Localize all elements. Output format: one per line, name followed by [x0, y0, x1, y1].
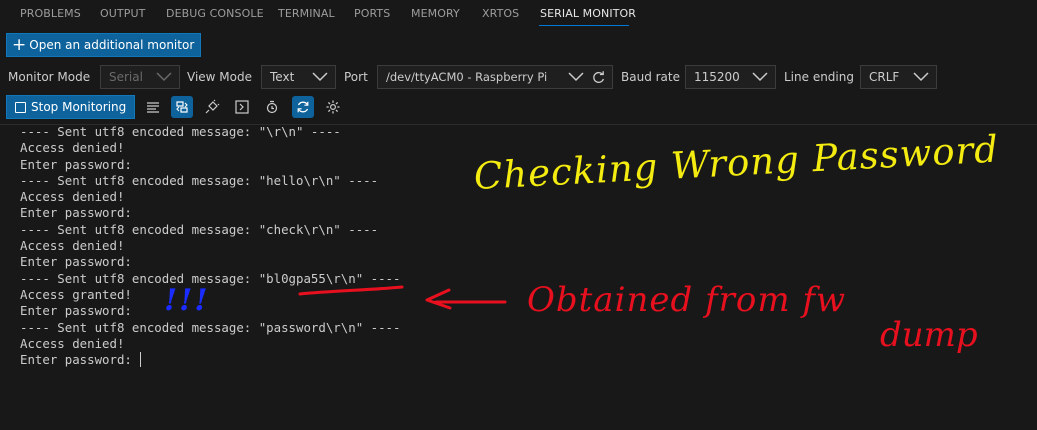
stop-icon	[15, 101, 26, 113]
gear-icon[interactable]	[322, 96, 344, 118]
chevron-down-icon	[913, 72, 929, 82]
annotation-red-line1: Obtained from fw	[527, 280, 847, 320]
console-line: ---- Sent utf8 encoded message: "check\r…	[20, 221, 379, 237]
open-additional-monitor-button[interactable]: + Open an additional monitor	[6, 33, 201, 57]
view-mode-value: Text	[270, 70, 295, 84]
monitor-mode-label: Monitor Mode	[8, 70, 91, 84]
port-dropdown[interactable]: /dev/ttyACM0 - Raspberry Pi	[377, 65, 613, 89]
chevron-down-icon	[312, 72, 328, 82]
baud-rate-dropdown[interactable]: 115200	[685, 65, 776, 89]
port-label: Port	[344, 70, 368, 84]
console-line: ---- Sent utf8 encoded message: "\r\n" -…	[20, 124, 341, 139]
line-ending-dropdown[interactable]: CRLF	[860, 65, 937, 89]
active-tab-indicator	[539, 25, 629, 26]
stop-monitoring-button[interactable]: Stop Monitoring	[6, 95, 135, 119]
console-line: Access denied!	[20, 238, 125, 254]
console-line: ---- Sent utf8 encoded message: "bl0gpa5…	[20, 270, 401, 286]
chevron-down-icon	[568, 72, 584, 82]
tab-serial-monitor[interactable]: SERIAL MONITOR	[540, 7, 636, 20]
line-ending-label: Line ending	[784, 70, 854, 84]
line-ending-value: CRLF	[869, 70, 900, 84]
serial-output: ---- Sent utf8 encoded message: "\r\n" -…	[20, 124, 400, 368]
console-line: Enter password:	[20, 303, 132, 319]
stop-monitoring-label: Stop Monitoring	[31, 100, 127, 114]
annotation-red-line2: dump	[880, 315, 978, 355]
view-mode-label: View Mode	[187, 70, 252, 84]
tab-xrtos[interactable]: XRTOS	[482, 7, 519, 20]
chevron-down-icon	[156, 72, 172, 82]
tab-terminal[interactable]: TERMINAL	[278, 7, 335, 20]
console-line: Access denied!	[20, 335, 125, 351]
console-line: Enter password:	[20, 156, 132, 172]
console-line: Access granted!	[20, 286, 132, 302]
tab-problems[interactable]: PROBLEMS	[20, 7, 81, 20]
console-line: Enter password:	[20, 254, 132, 270]
plus-icon: +	[12, 34, 27, 55]
view-mode-dropdown[interactable]: Text	[261, 65, 336, 89]
port-value: /dev/ttyACM0 - Raspberry Pi	[386, 70, 548, 84]
console-line: Enter password:	[20, 352, 142, 368]
console-line: ---- Sent utf8 encoded message: "passwor…	[20, 319, 401, 335]
monitor-mode-value: Serial	[109, 70, 143, 84]
toggle-terminal-icon[interactable]	[171, 96, 193, 118]
open-additional-monitor-label: Open an additional monitor	[29, 38, 195, 52]
timestamp-icon[interactable]	[261, 96, 283, 118]
tab-ports[interactable]: PORTS	[354, 7, 390, 20]
clear-output-icon[interactable]	[142, 96, 164, 118]
panel-tab-bar: PROBLEMS OUTPUT DEBUG CONSOLE TERMINAL P…	[0, 0, 1037, 27]
scrollbar[interactable]	[1023, 125, 1037, 430]
auto-scroll-icon[interactable]	[292, 96, 314, 118]
text-cursor	[140, 352, 142, 368]
plug-icon[interactable]	[201, 96, 223, 118]
monitor-mode-dropdown[interactable]: Serial	[100, 65, 180, 89]
tab-memory[interactable]: MEMORY	[411, 7, 460, 20]
red-arrow	[425, 288, 507, 310]
refresh-icon[interactable]	[591, 70, 606, 85]
annotation-blue: !!!	[164, 283, 210, 318]
tab-output[interactable]: OUTPUT	[100, 7, 145, 20]
baud-rate-value: 115200	[694, 70, 740, 84]
annotation-yellow: Checking Wrong Password	[472, 127, 1000, 198]
tab-debug-console[interactable]: DEBUG CONSOLE	[166, 7, 264, 20]
console-line: ---- Sent utf8 encoded message: "hello\r…	[20, 172, 379, 188]
baud-rate-label: Baud rate	[621, 70, 680, 84]
terminal-icon[interactable]	[231, 96, 253, 118]
console-line: Enter password:	[20, 205, 132, 221]
console-line: Access denied!	[20, 189, 125, 205]
chevron-down-icon	[752, 72, 768, 82]
console-line: Access denied!	[20, 140, 125, 156]
